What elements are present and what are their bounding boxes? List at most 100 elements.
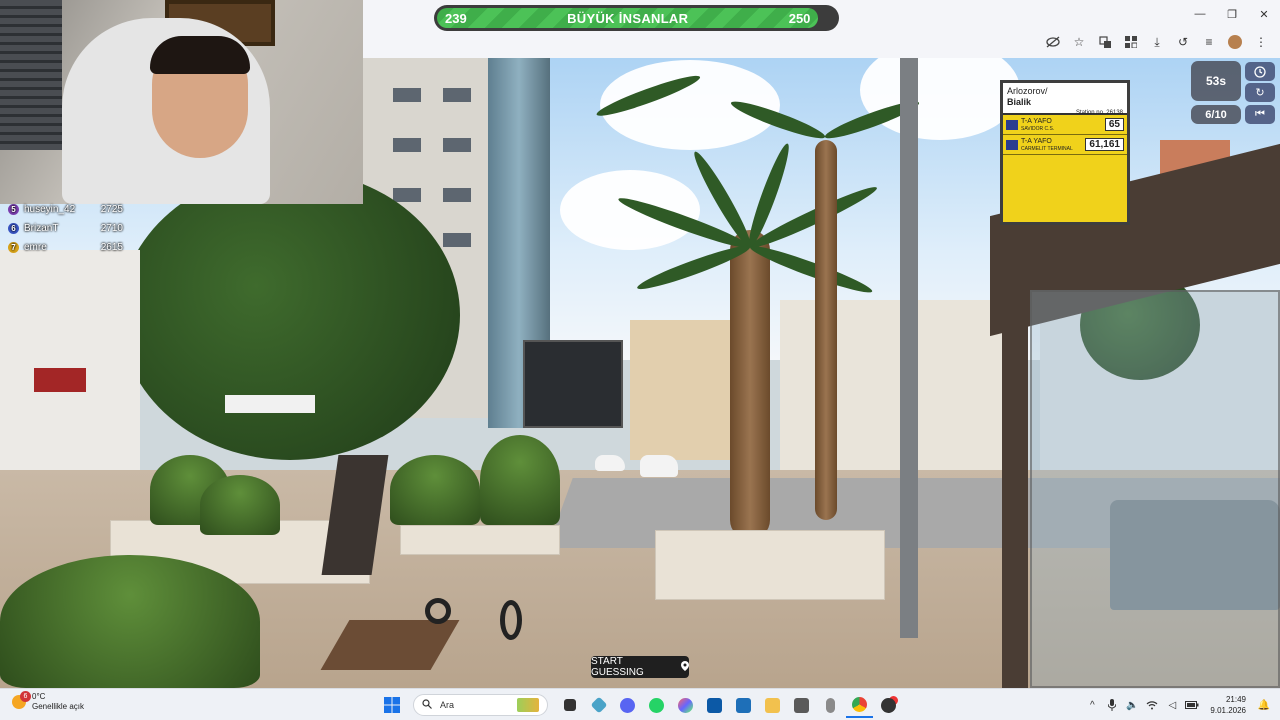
clock[interactable]: 21:49 9.01.2026	[1210, 694, 1246, 716]
bus-shelter-glass	[1030, 290, 1280, 688]
minimize-button[interactable]: —	[1184, 0, 1216, 28]
file-explorer-icon[interactable]	[759, 692, 786, 718]
player-name: BrizanT	[24, 223, 59, 234]
leaderboard-row: 5 huseyin_42 2725	[8, 200, 123, 219]
billboard	[523, 340, 623, 428]
progress-right-value: 250	[788, 10, 811, 26]
window-controls: — ❐ ✕	[1184, 0, 1280, 28]
extensions-icon[interactable]	[1118, 31, 1144, 53]
wifi-icon[interactable]	[1144, 697, 1160, 713]
weather-description: Genellikle açık	[32, 702, 85, 711]
player-score: 2615	[100, 242, 123, 253]
chrome-icon[interactable]	[846, 692, 873, 718]
app-icon[interactable]	[875, 692, 902, 718]
taskbar: 6 0°C Genellikle açık Ara ^ 🔈 ◁ 21:49 9.…	[0, 688, 1280, 720]
rank-badge: 7	[8, 242, 19, 253]
progress-bar: 239 BÜYÜK İNSANLAR 250	[434, 5, 839, 31]
car	[595, 455, 625, 471]
route-number: 61,161	[1085, 138, 1124, 151]
cloud	[560, 170, 700, 250]
window-blind	[0, 0, 62, 150]
leaderboard-row: 7 emre 2615	[8, 238, 123, 257]
shrub	[0, 555, 260, 688]
chevron-up-icon[interactable]: ^	[1084, 697, 1100, 713]
start-guessing-label: START GUESSING	[591, 656, 644, 678]
shrub	[390, 455, 480, 525]
palm-trunk	[815, 140, 837, 520]
rank-badge: 6	[8, 223, 19, 234]
battery-icon[interactable]	[1184, 697, 1200, 713]
planter	[655, 530, 885, 600]
route-dest: T-A YAFO	[1021, 117, 1052, 125]
bus-stop-header: Arlozorov/ Bialik Station no. 26138	[1003, 83, 1127, 116]
pole	[900, 58, 918, 638]
webcam-overlay	[0, 0, 363, 204]
time: 21:49	[1225, 695, 1246, 704]
store-sign	[225, 395, 315, 413]
weather-widget[interactable]: 6 0°C Genellikle açık	[12, 691, 85, 712]
bike-wheel	[500, 600, 522, 640]
volume-icon[interactable]: 🔈	[1124, 697, 1140, 713]
player-name: emre	[24, 242, 47, 253]
bus-shelter-post	[1002, 270, 1028, 688]
palm-trunk	[730, 230, 770, 540]
system-tray: ^ 🔈 ◁ 21:49 9.01.2026 🔔	[1084, 692, 1272, 718]
copilot-icon[interactable]	[585, 692, 612, 718]
search-highlight-icon	[517, 698, 539, 712]
start-guessing-button[interactable]: START GUESSING	[591, 656, 689, 678]
mouse-icon[interactable]	[817, 692, 844, 718]
shrub	[480, 435, 560, 525]
date: 9.01.2026	[1210, 706, 1246, 715]
taskbar-search[interactable]: Ara	[413, 694, 548, 716]
notification-bell-icon[interactable]: 🔔	[1256, 697, 1272, 713]
task-view-icon[interactable]	[556, 692, 583, 718]
bus-icon	[1006, 139, 1018, 150]
translate-icon[interactable]	[1092, 31, 1118, 53]
hair	[150, 36, 250, 74]
rank-badge: 5	[8, 204, 19, 215]
skip-back-icon[interactable]: ⏮	[1245, 105, 1275, 124]
stop-name-line2: Bialik	[1007, 97, 1032, 107]
bus-icon	[1006, 119, 1018, 130]
screen: Arlozorov/ Bialik Station no. 26138 T-A …	[0, 0, 1280, 720]
progress-title: BÜYÜK İNSANLAR	[567, 10, 689, 26]
store-icon[interactable]	[701, 692, 728, 718]
calculator-icon[interactable]	[788, 692, 815, 718]
whatsapp-icon[interactable]	[643, 692, 670, 718]
sun-icon: 6	[12, 691, 31, 709]
download-icon[interactable]: ⤓	[1144, 31, 1170, 53]
stop-name-line1: Arlozorov/	[1007, 86, 1048, 96]
shrub	[200, 475, 280, 535]
media-icon[interactable]: ≡	[1196, 31, 1222, 53]
taskbar-apps: Ara	[378, 692, 902, 718]
bike-wheel	[425, 598, 451, 624]
speaker-icon[interactable]: ◁	[1164, 697, 1180, 713]
leaderboard-row: 6 BrizanT 2710	[8, 219, 123, 238]
leaderboard: 5 huseyin_42 2725 6 BrizanT 2710 7 emre …	[8, 200, 123, 257]
timer: 53s	[1191, 61, 1241, 101]
discord-icon[interactable]	[614, 692, 641, 718]
history-icon[interactable]: ↺	[1170, 31, 1196, 53]
temperature: 0°C	[32, 692, 46, 701]
player-score: 2710	[100, 223, 123, 234]
notification-badge: 6	[20, 691, 31, 702]
close-button[interactable]: ✕	[1248, 0, 1280, 28]
route-dest: T-A YAFO	[1021, 137, 1052, 145]
search-placeholder: Ara	[440, 700, 455, 710]
route-sub: CARMELIT TERMINAL	[1021, 145, 1073, 152]
progress-fill: 239 BÜYÜK İNSANLAR 250	[437, 8, 819, 28]
eye-off-icon[interactable]	[1040, 31, 1066, 53]
menu-icon[interactable]: ⋮	[1248, 31, 1274, 53]
route-row: T-A YAFO CARMELIT TERMINAL 61,161	[1003, 135, 1127, 155]
start-button[interactable]	[378, 692, 405, 718]
profile-icon[interactable]	[1222, 31, 1248, 53]
star-icon[interactable]: ☆	[1066, 31, 1092, 53]
reset-icon[interactable]: ↻	[1245, 83, 1275, 102]
clock-icon[interactable]	[1245, 62, 1275, 81]
microphone-icon[interactable]	[1104, 697, 1120, 713]
photos-icon[interactable]	[672, 692, 699, 718]
restore-button[interactable]: ❐	[1216, 0, 1248, 28]
progress-left-value: 239	[445, 10, 467, 26]
weather-app-icon[interactable]	[730, 692, 757, 718]
car	[640, 455, 678, 477]
